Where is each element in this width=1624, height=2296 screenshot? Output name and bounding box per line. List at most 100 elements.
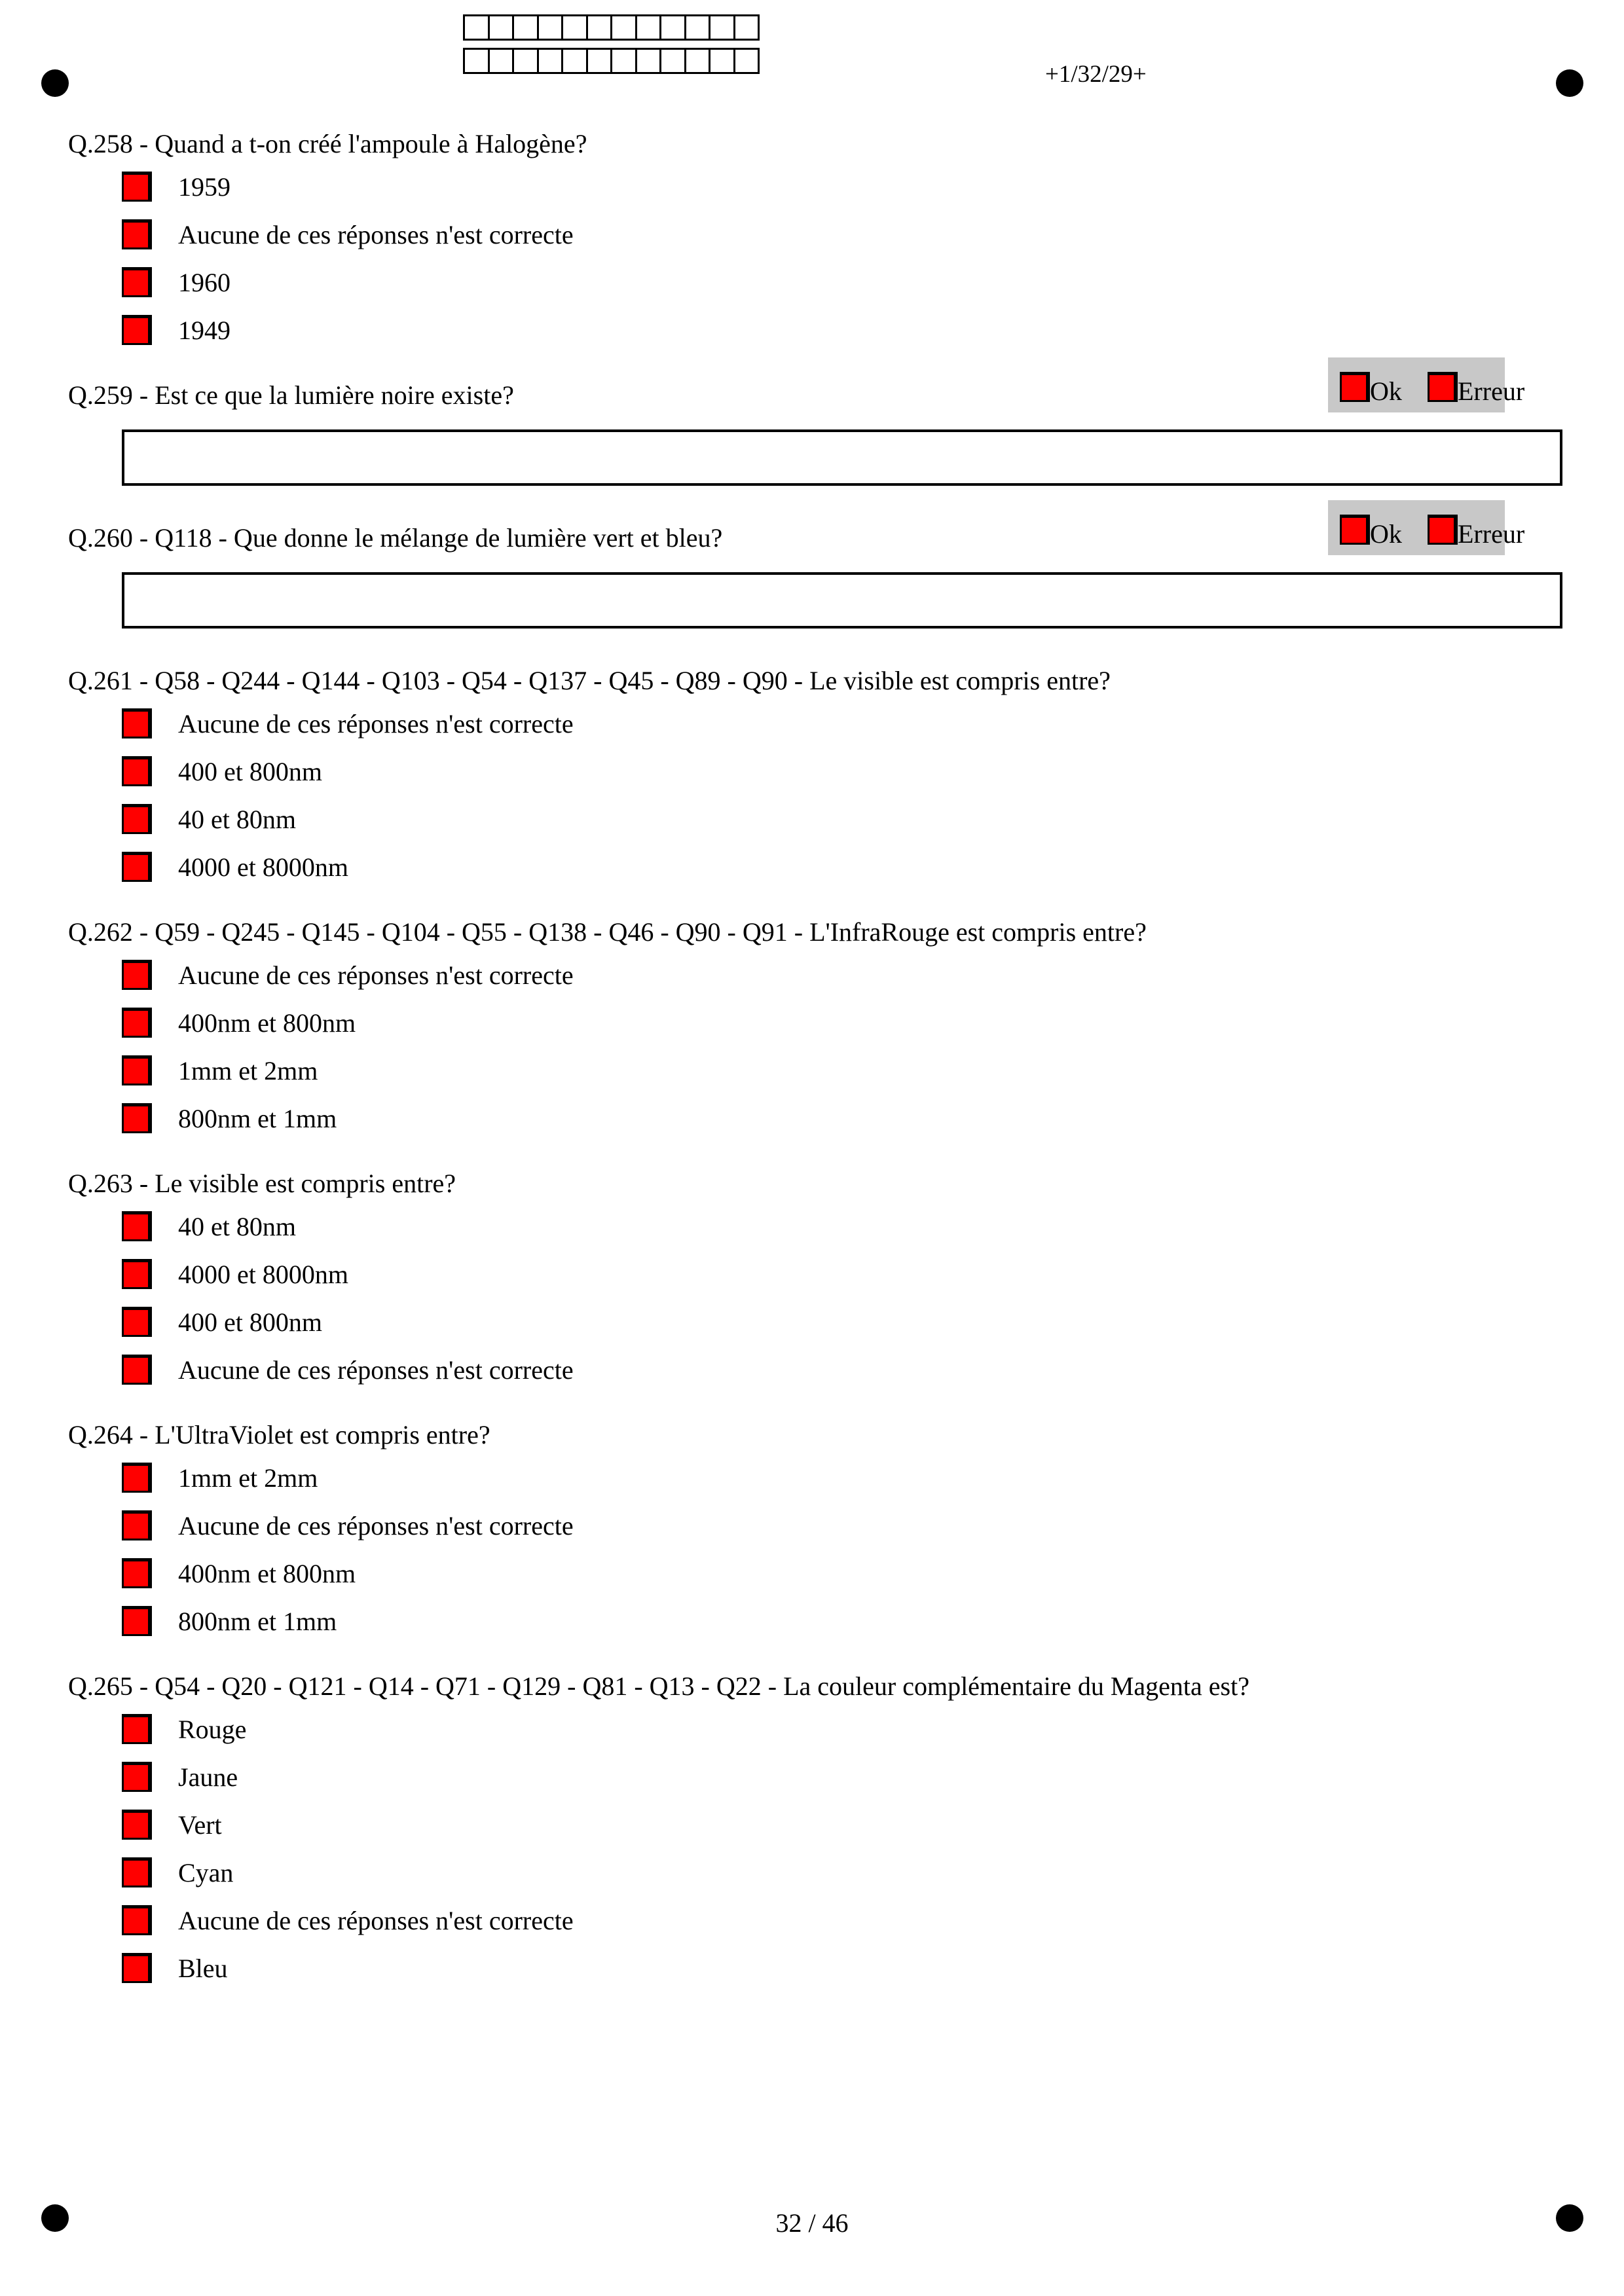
answer-checkbox[interactable] (122, 1008, 152, 1038)
answer-option[interactable]: 400nm et 800nm (68, 1001, 1568, 1049)
answer-checkbox[interactable] (122, 1510, 152, 1540)
answer-option[interactable]: 1mm et 2mm (68, 1049, 1568, 1097)
id-digit-cell[interactable] (487, 48, 514, 74)
answer-checkbox[interactable] (122, 1762, 152, 1792)
answer-option[interactable]: 800nm et 1mm (68, 1097, 1568, 1144)
answer-checkbox[interactable] (122, 172, 152, 202)
answer-option[interactable]: Aucune de ces réponses n'est correcte (68, 953, 1568, 1001)
id-digit-cell[interactable] (684, 48, 710, 74)
error-option[interactable]: Erreur (1428, 369, 1524, 407)
answer-checkbox[interactable] (122, 756, 152, 786)
id-digit-cell[interactable] (561, 14, 588, 41)
answer-label: 4000 et 8000nm (178, 852, 348, 882)
answer-option[interactable]: Vert (68, 1803, 1568, 1851)
answer-option[interactable]: 400 et 800nm (68, 750, 1568, 797)
answer-label: 800nm et 1mm (178, 1607, 337, 1636)
ok-option[interactable]: Ok (1340, 369, 1402, 407)
answer-checkbox[interactable] (122, 219, 152, 249)
id-digit-cell[interactable] (733, 48, 760, 74)
answer-option[interactable]: 400nm et 800nm (68, 1552, 1568, 1599)
answer-checkbox[interactable] (122, 852, 152, 882)
answer-option[interactable]: 40 et 80nm (68, 1205, 1568, 1252)
answer-label: Aucune de ces réponses n'est correcte (178, 1906, 574, 1935)
answer-checkbox[interactable] (122, 267, 152, 297)
answer-checkbox[interactable] (122, 315, 152, 345)
answer-option[interactable]: 40 et 80nm (68, 797, 1568, 845)
id-digit-cell[interactable] (635, 14, 661, 41)
id-digit-cell[interactable] (487, 14, 514, 41)
answer-option[interactable]: Aucune de ces réponses n'est correcte (68, 1348, 1568, 1396)
question-264: Q.264 - L'UltraViolet est compris entre?… (68, 1413, 1568, 1647)
answer-checkbox[interactable] (122, 1810, 152, 1840)
answer-option[interactable]: Rouge (68, 1707, 1568, 1755)
id-digit-cell[interactable] (463, 14, 490, 41)
answer-option[interactable]: Aucune de ces réponses n'est correcte (68, 702, 1568, 750)
answer-checkbox[interactable] (122, 1953, 152, 1983)
error-label: Erreur (1458, 376, 1525, 406)
answer-option[interactable]: 400 et 800nm (68, 1300, 1568, 1348)
answer-option[interactable]: Bleu (68, 1946, 1568, 1994)
answer-option[interactable]: 1mm et 2mm (68, 1456, 1568, 1504)
student-id-grid-row-1[interactable] (463, 14, 760, 41)
id-digit-cell[interactable] (512, 48, 539, 74)
id-digit-cell[interactable] (659, 14, 686, 41)
answer-checkbox[interactable] (122, 804, 152, 834)
id-digit-cell[interactable] (512, 14, 539, 41)
answer-checkbox[interactable] (122, 1714, 152, 1744)
id-digit-cell[interactable] (561, 48, 588, 74)
answer-option[interactable]: 4000 et 8000nm (68, 845, 1568, 893)
id-digit-cell[interactable] (585, 14, 612, 41)
answer-checkbox[interactable] (122, 1307, 152, 1337)
answer-option[interactable]: Aucune de ces réponses n'est correcte (68, 1899, 1568, 1946)
answer-label: 40 et 80nm (178, 805, 296, 834)
answer-option[interactable]: 800nm et 1mm (68, 1599, 1568, 1647)
answer-label: 1mm et 2mm (178, 1056, 318, 1085)
id-digit-cell[interactable] (610, 14, 637, 41)
id-digit-cell[interactable] (659, 48, 686, 74)
id-digit-cell[interactable] (536, 14, 563, 41)
question-258: Q.258 - Quand a t-on créé l'ampoule à Ha… (68, 122, 1568, 356)
id-digit-cell[interactable] (709, 14, 735, 41)
id-digit-cell[interactable] (635, 48, 661, 74)
id-digit-cell[interactable] (463, 48, 490, 74)
answer-option[interactable]: Cyan (68, 1851, 1568, 1899)
id-digit-cell[interactable] (536, 48, 563, 74)
answer-option[interactable]: 4000 et 8000nm (68, 1252, 1568, 1300)
answer-option[interactable]: 1949 (68, 308, 1568, 356)
answer-checkbox[interactable] (122, 1905, 152, 1935)
answer-checkbox[interactable] (122, 1558, 152, 1588)
corner-marker-top-right (1556, 69, 1583, 97)
error-checkbox[interactable] (1428, 515, 1458, 545)
id-digit-cell[interactable] (585, 48, 612, 74)
id-digit-cell[interactable] (709, 48, 735, 74)
answer-checkbox[interactable] (122, 708, 152, 738)
id-digit-cell[interactable] (684, 14, 710, 41)
answer-option[interactable]: 1960 (68, 261, 1568, 308)
answer-label: 400 et 800nm (178, 1307, 322, 1337)
answer-checkbox[interactable] (122, 1463, 152, 1493)
student-id-grid-row-2[interactable] (463, 48, 760, 74)
answer-checkbox[interactable] (122, 1606, 152, 1636)
answer-option[interactable]: Jaune (68, 1755, 1568, 1803)
ok-checkbox[interactable] (1340, 515, 1370, 545)
answer-option[interactable]: 1959 (68, 165, 1568, 213)
answer-checkbox[interactable] (122, 1211, 152, 1241)
answer-option[interactable]: Aucune de ces réponses n'est correcte (68, 1504, 1568, 1552)
answer-checkbox[interactable] (122, 1259, 152, 1289)
answer-checkbox[interactable] (122, 1355, 152, 1385)
answer-option[interactable]: Aucune de ces réponses n'est correcte (68, 213, 1568, 261)
error-checkbox[interactable] (1428, 372, 1458, 402)
id-digit-cell[interactable] (610, 48, 637, 74)
answer-label: Aucune de ces réponses n'est correcte (178, 1511, 574, 1540)
ok-option[interactable]: Ok (1340, 512, 1402, 550)
answer-checkbox[interactable] (122, 1857, 152, 1887)
error-option[interactable]: Erreur (1428, 512, 1524, 550)
answer-checkbox[interactable] (122, 960, 152, 990)
answer-write-box[interactable] (122, 429, 1562, 486)
answer-label: Aucune de ces réponses n'est correcte (178, 220, 574, 249)
id-digit-cell[interactable] (733, 14, 760, 41)
answer-checkbox[interactable] (122, 1103, 152, 1133)
answer-checkbox[interactable] (122, 1055, 152, 1085)
ok-checkbox[interactable] (1340, 372, 1370, 402)
answer-write-box[interactable] (122, 572, 1562, 629)
